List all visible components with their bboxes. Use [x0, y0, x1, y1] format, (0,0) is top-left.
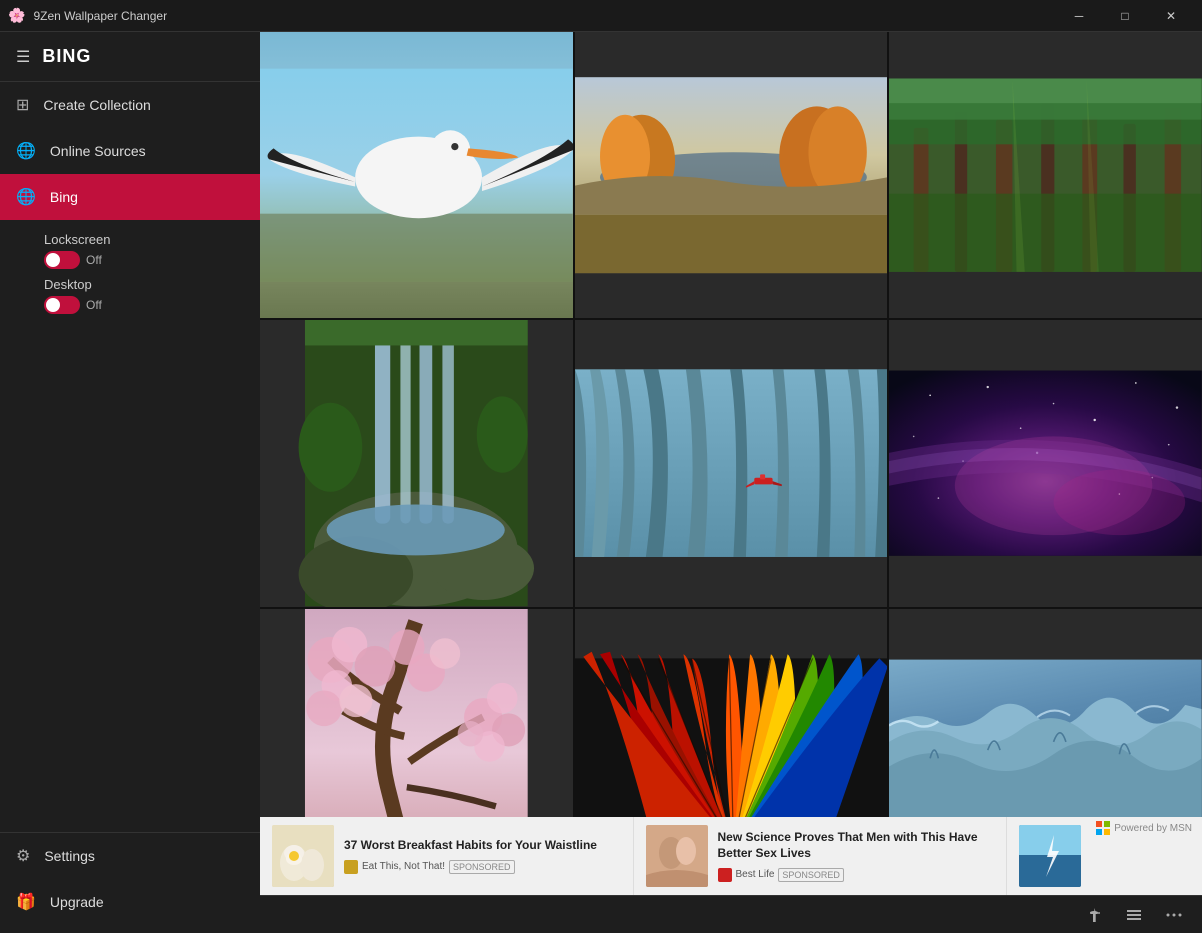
sidebar-title: BING [42, 46, 91, 67]
upgrade-icon: 🎁 [16, 892, 36, 912]
upgrade-label: Upgrade [50, 894, 104, 910]
msn-badge-text: Powered by MSN [1114, 823, 1192, 834]
settings-icon: ⚙ [16, 846, 30, 866]
collection-icon: ⊞ [16, 95, 29, 115]
app-container: ☰ BING ⊞ Create Collection 🌐 Online Sour… [0, 32, 1202, 933]
bing-source-header[interactable]: 🌐 Bing [0, 174, 260, 220]
desktop-toggle-switch[interactable]: Off [44, 296, 244, 314]
bing-globe-icon: 🌐 [16, 187, 36, 207]
ad-source-icon-2 [718, 868, 732, 882]
sidebar-item-online-sources[interactable]: 🌐 Online Sources [0, 128, 260, 174]
ad-item-1[interactable]: 37 Worst Breakfast Habits for Your Waist… [260, 817, 634, 895]
sidebar-header: ☰ BING [0, 32, 260, 82]
image-cell-forest[interactable] [889, 32, 1202, 318]
bing-label: Bing [50, 189, 78, 205]
desktop-label: Desktop [44, 277, 92, 292]
bottom-toolbar [260, 895, 1202, 933]
desktop-toggle[interactable] [44, 296, 80, 314]
sidebar-item-upgrade[interactable]: 🎁 Upgrade [0, 879, 260, 925]
lockscreen-label: Lockscreen [44, 232, 110, 247]
close-button[interactable]: ✕ [1148, 0, 1194, 32]
ad-content-1: 37 Worst Breakfast Habits for Your Waist… [344, 838, 621, 874]
ad-source-name-1: Eat This, Not That! [362, 861, 445, 872]
globe-icon: 🌐 [16, 141, 36, 161]
ad-sponsored-2: SPONSORED [778, 868, 844, 882]
ad-content-2: New Science Proves That Men with This Ha… [718, 830, 995, 881]
settings-label: Settings [44, 848, 95, 864]
msn-powered: Powered by MSN [1096, 821, 1192, 835]
ad-title-1: 37 Worst Breakfast Habits for Your Waist… [344, 838, 621, 854]
ad-thumb-1 [272, 825, 334, 887]
image-cell-bird[interactable] [260, 32, 573, 318]
sidebar: ☰ BING ⊞ Create Collection 🌐 Online Sour… [0, 32, 260, 933]
app-icon: 🌸 [8, 7, 25, 24]
sidebar-nav: ⊞ Create Collection 🌐 Online Sources 🌐 B… [0, 82, 260, 832]
lockscreen-toggle-row: Lockscreen [44, 232, 244, 247]
image-cell-waterfall[interactable] [260, 320, 573, 606]
sidebar-bottom: ⚙ Settings 🎁 Upgrade [0, 832, 260, 933]
minimize-button[interactable]: ─ [1056, 0, 1102, 32]
desktop-toggle-value: Off [86, 298, 102, 312]
list-button[interactable] [1118, 899, 1150, 931]
sidebar-item-bing: 🌐 Bing Lockscreen Off Desktop [0, 174, 260, 326]
titlebar: 🌸 9Zen Wallpaper Changer ─ □ ✕ [0, 0, 1202, 32]
bing-source-body: Lockscreen Off Desktop Off [0, 220, 260, 326]
lockscreen-toggle-value: Off [86, 253, 102, 267]
ad-sponsored-1: SPONSORED [449, 860, 515, 874]
desktop-toggle-row: Desktop [44, 277, 244, 292]
ad-source-icon-1 [344, 860, 358, 874]
app-title: 9Zen Wallpaper Changer [33, 9, 167, 23]
sidebar-item-create-collection[interactable]: ⊞ Create Collection [0, 82, 260, 128]
maximize-button[interactable]: □ [1102, 0, 1148, 32]
lockscreen-toggle-switch[interactable]: Off [44, 251, 244, 269]
lockscreen-toggle[interactable] [44, 251, 80, 269]
image-grid [260, 32, 1202, 895]
hamburger-icon[interactable]: ☰ [16, 47, 30, 67]
ad-source-1: Eat This, Not That! SPONSORED [344, 860, 621, 874]
titlebar-controls: ─ □ ✕ [1056, 0, 1194, 32]
ad-banner: 37 Worst Breakfast Habits for Your Waist… [260, 817, 1202, 895]
image-cell-canyon[interactable] [575, 320, 888, 606]
online-sources-label: Online Sources [50, 143, 146, 159]
pin-button[interactable] [1078, 899, 1110, 931]
ad-thumb-3 [1019, 825, 1081, 887]
sidebar-item-settings[interactable]: ⚙ Settings [0, 833, 260, 879]
ad-title-2: New Science Proves That Men with This Ha… [718, 830, 995, 861]
main-content: 37 Worst Breakfast Habits for Your Waist… [260, 32, 1202, 933]
titlebar-left: 🌸 9Zen Wallpaper Changer [8, 7, 167, 24]
more-button[interactable] [1158, 899, 1190, 931]
ad-item-2[interactable]: New Science Proves That Men with This Ha… [634, 817, 1008, 895]
image-cell-landscape[interactable] [575, 32, 888, 318]
create-collection-label: Create Collection [43, 97, 150, 113]
ad-source-2: Best Life SPONSORED [718, 868, 995, 882]
image-cell-space[interactable] [889, 320, 1202, 606]
ad-source-name-2: Best Life [736, 869, 775, 880]
ad-thumb-2 [646, 825, 708, 887]
